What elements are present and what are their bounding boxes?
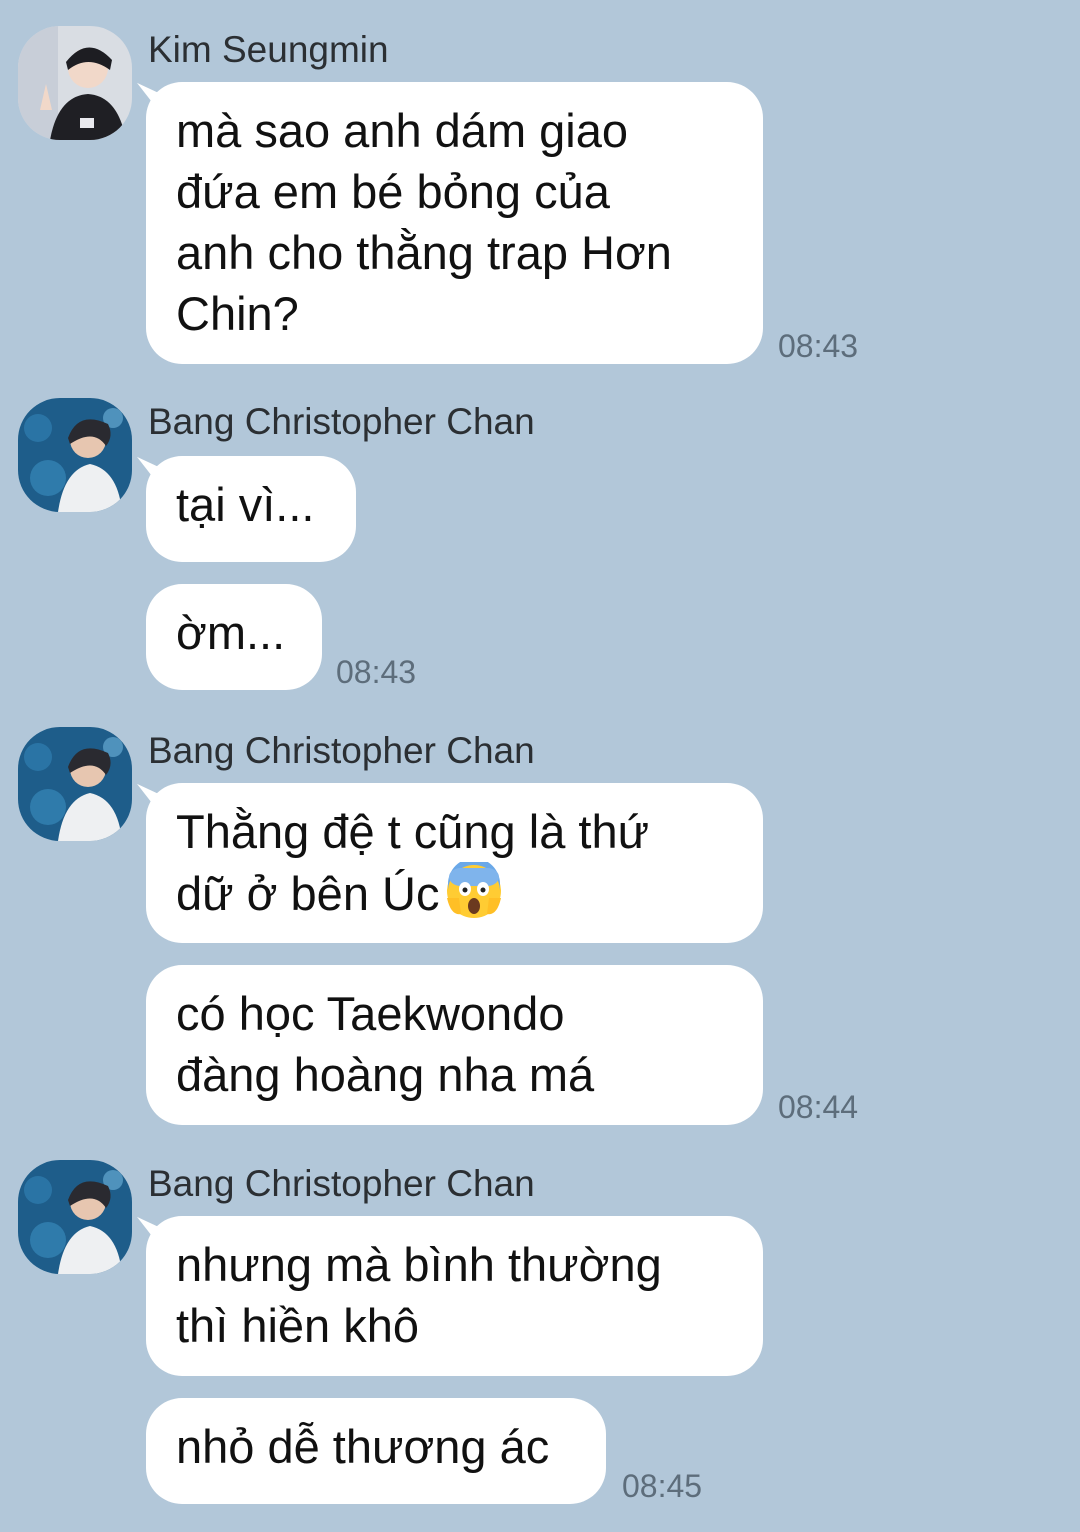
message-line: nhưng mà bình thường — [176, 1238, 662, 1291]
message-bubble[interactable]: có học Taekwondo đàng hoàng nha má — [146, 965, 763, 1125]
message-line: anh cho thằng trap Hơn — [176, 226, 672, 279]
message-line: tại vì... — [176, 478, 315, 531]
sender-name: Bang Christopher Chan — [148, 1163, 535, 1204]
message-line: Chin? — [176, 287, 299, 340]
message-time: 08:44 — [778, 1089, 859, 1125]
message-line: thì hiền khô — [176, 1299, 420, 1352]
message-time: 08:45 — [622, 1468, 703, 1504]
message-line: Thằng đệ t cũng là thứ — [176, 805, 650, 858]
message-line-text: dữ ở bên Úc — [176, 867, 440, 920]
screaming-in-fear-emoji — [445, 858, 503, 920]
message-line: đàng hoàng nha má — [176, 1048, 595, 1101]
message-time: 08:43 — [336, 654, 417, 690]
message-bubble[interactable]: nhỏ dễ thương ác — [146, 1398, 606, 1504]
message-line: ờm... — [176, 606, 286, 659]
message-time: 08:43 — [778, 328, 859, 364]
message-line: dữ ở bên Úc — [176, 858, 733, 924]
message-bubble[interactable]: tại vì... — [146, 456, 356, 562]
sender-name: Bang Christopher Chan — [148, 730, 535, 771]
avatar-bang-chan[interactable] — [18, 727, 132, 841]
message-bubble[interactable]: Thằng đệ t cũng là thứ dữ ở bên Úc — [146, 783, 763, 943]
message-line: đứa em bé bỏng của — [176, 165, 610, 218]
message-bubble[interactable]: mà sao anh dám giao đứa em bé bỏng của a… — [146, 82, 763, 364]
avatar-bang-chan[interactable] — [18, 1160, 132, 1274]
message-line: có học Taekwondo — [176, 987, 565, 1040]
sender-name: Kim Seungmin — [148, 29, 389, 70]
message-line: nhỏ dễ thương ác — [176, 1420, 550, 1473]
avatar-kim-seungmin[interactable] — [18, 26, 132, 140]
avatar-bang-chan[interactable] — [18, 398, 132, 512]
message-line: mà sao anh dám giao — [176, 104, 629, 157]
message-bubble[interactable]: nhưng mà bình thường thì hiền khô — [146, 1216, 763, 1376]
message-bubble[interactable]: ờm... — [146, 584, 322, 690]
sender-name: Bang Christopher Chan — [148, 401, 535, 442]
